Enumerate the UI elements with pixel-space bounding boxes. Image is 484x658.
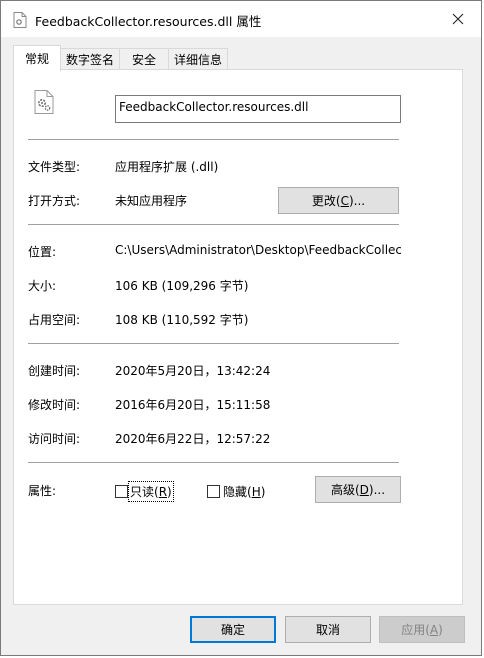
separator xyxy=(28,343,399,344)
accessed-value: 2020年6月22日，12:57:22 xyxy=(115,432,271,446)
location-value: C:\Users\Administrator\Desktop\FeedbackC… xyxy=(115,243,401,257)
location-label: 位置: xyxy=(28,245,57,259)
separator xyxy=(28,224,399,225)
modified-value: 2016年6月20日，15:11:58 xyxy=(115,398,271,412)
size-on-disk-value: 108 KB (110,592 字节) xyxy=(115,313,249,327)
file-name-input[interactable]: FeedbackCollector.resources.dll xyxy=(115,95,401,123)
advanced-button[interactable]: 高级(D)... xyxy=(315,476,401,503)
tab-general[interactable]: 常规 xyxy=(13,45,61,71)
size-label: 大小: xyxy=(28,279,57,293)
dll-file-icon xyxy=(34,90,54,114)
advanced-button-label: 高级(D)... xyxy=(330,483,386,497)
size-on-disk-label: 占用空间: xyxy=(28,313,81,327)
readonly-checkbox[interactable] xyxy=(115,485,128,498)
general-panel: FeedbackCollector.resources.dll 文件类型: 应用… xyxy=(13,69,463,605)
file-type-value: 应用程序扩展 (.dll) xyxy=(115,160,219,174)
ok-button-label: 确定 xyxy=(220,623,245,637)
title-bar[interactable]: FeedbackCollector.resources.dll 属性 xyxy=(1,1,481,37)
change-button-label: 更改(C)... xyxy=(311,194,366,208)
hidden-checkbox-label[interactable]: 隐藏(H) xyxy=(223,483,265,500)
file-icon xyxy=(13,12,27,28)
ok-button[interactable]: 确定 xyxy=(190,616,276,643)
opens-with-value: 未知应用程序 xyxy=(115,194,188,208)
close-icon xyxy=(452,13,464,25)
tab-details[interactable]: 详细信息 xyxy=(168,48,228,69)
separator xyxy=(28,139,399,140)
apply-button-label: 应用(A) xyxy=(401,623,443,637)
properties-dialog: FeedbackCollector.resources.dll 属性 常规 数字… xyxy=(0,0,482,656)
tab-security[interactable]: 安全 xyxy=(119,48,169,69)
hidden-checkbox[interactable] xyxy=(207,485,220,498)
readonly-checkbox-label[interactable]: 只读(R) xyxy=(128,481,174,502)
tab-digital-signatures[interactable]: 数字签名 xyxy=(60,48,120,69)
window-title: FeedbackCollector.resources.dll 属性 xyxy=(35,14,262,29)
created-value: 2020年5月20日，13:42:24 xyxy=(115,364,271,378)
file-type-label: 文件类型: xyxy=(28,160,81,174)
apply-button[interactable]: 应用(A) xyxy=(379,616,465,643)
cancel-button-label: 取消 xyxy=(315,623,340,637)
created-label: 创建时间: xyxy=(28,364,81,378)
size-value: 106 KB (109,296 字节) xyxy=(115,279,249,293)
separator xyxy=(28,462,399,463)
attributes-label: 属性: xyxy=(28,484,57,498)
opens-with-label: 打开方式: xyxy=(28,194,81,208)
change-button[interactable]: 更改(C)... xyxy=(278,187,399,214)
cancel-button[interactable]: 取消 xyxy=(285,616,371,643)
accessed-label: 访问时间: xyxy=(28,432,81,446)
modified-label: 修改时间: xyxy=(28,398,81,412)
close-button[interactable] xyxy=(435,1,481,37)
